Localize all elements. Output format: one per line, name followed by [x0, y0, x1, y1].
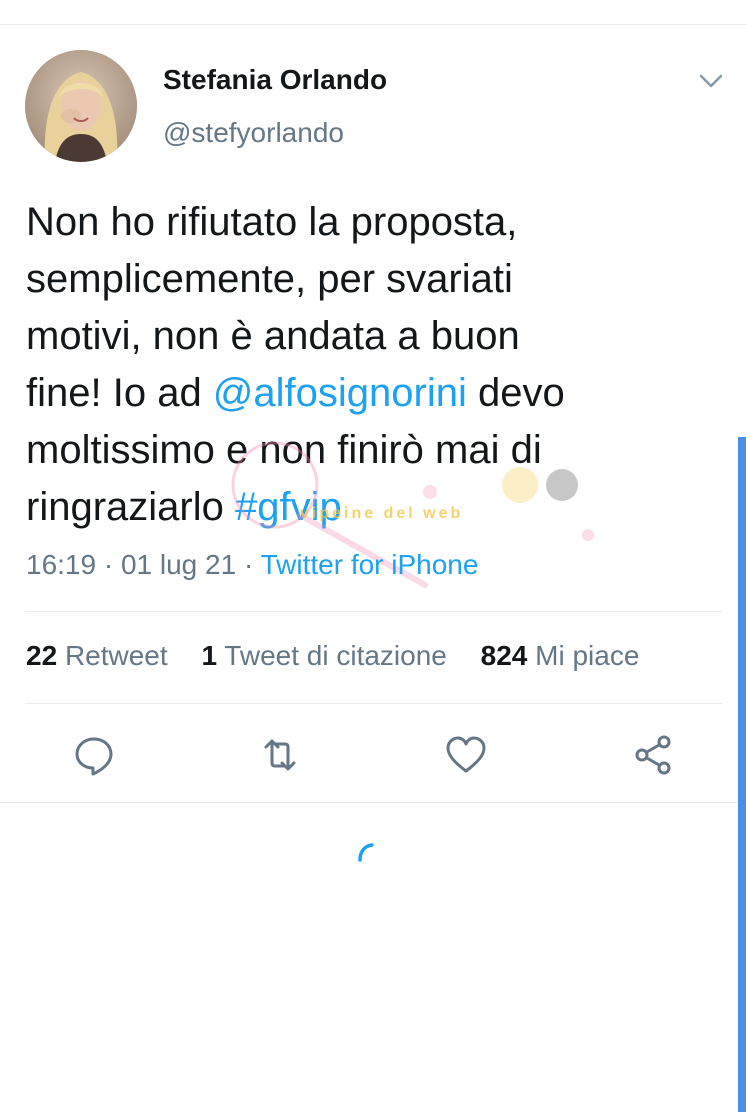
divider: [25, 611, 722, 612]
retweet-icon[interactable]: [258, 733, 302, 777]
tweet-time: 16:19: [26, 549, 97, 580]
likes-label: Mi piace: [535, 640, 640, 671]
tweet-text-line: moltissimo e non finirò mai di: [26, 428, 542, 472]
chevron-down-icon[interactable]: [696, 66, 726, 96]
separator-dot: ·: [103, 549, 114, 580]
share-icon[interactable]: [631, 733, 675, 777]
retweets-count: 22: [26, 640, 58, 671]
author-name[interactable]: Stefania Orlando: [163, 64, 387, 96]
tweet-text-line: semplicemente, per svariati: [26, 257, 513, 301]
top-divider: [0, 24, 746, 25]
tweet-text-segment: fine! Io ad: [26, 371, 213, 415]
tweet-date: 01 lug 21: [120, 549, 237, 580]
quotes-stat[interactable]: 1 Tweet di citazione: [201, 640, 446, 671]
retweets-stat[interactable]: 22 Retweet: [26, 640, 168, 671]
heart-icon[interactable]: [444, 733, 488, 777]
separator-dot: ·: [243, 549, 254, 580]
tweet-actions: [0, 725, 746, 785]
quotes-count: 1: [201, 640, 218, 671]
tweet-text-line: fine! Io ad @alfosignorini devo: [26, 365, 706, 422]
likes-stat[interactable]: 824 Mi piace: [481, 640, 640, 671]
tweet-text-segment: devo: [466, 371, 565, 415]
author-handle[interactable]: @stefyorlando: [163, 117, 344, 149]
loading-spinner-icon: [354, 840, 378, 864]
watermark-text: vipeine del web: [300, 505, 464, 522]
avatar[interactable]: [25, 50, 137, 162]
scrollbar[interactable]: [738, 437, 746, 1112]
tweet-timestamp: 16:19 · 01 lug 21 · Twitter for iPhone: [26, 549, 478, 581]
tweet-text-line: motivi, non è andata a buon: [26, 314, 520, 358]
tweet-stats: 22 Retweet 1 Tweet di citazione 824 Mi p…: [26, 640, 665, 672]
tweet-text-line: Non ho rifiutato la proposta,: [26, 200, 518, 244]
retweets-label: Retweet: [64, 640, 168, 671]
divider: [0, 802, 746, 803]
tweet-text-segment: ringraziarlo: [26, 485, 235, 529]
likes-count: 824: [480, 640, 528, 671]
tweet-source-link[interactable]: Twitter for iPhone: [261, 549, 479, 580]
reply-icon[interactable]: [72, 733, 116, 777]
tweet-text: Non ho rifiutato la proposta, sempliceme…: [26, 194, 706, 536]
divider: [25, 703, 722, 704]
mention-link[interactable]: @alfosignorini: [213, 371, 467, 415]
quotes-label: Tweet di citazione: [224, 640, 447, 671]
tweet-detail-page: Stefania Orlando @stefyorlando Non ho ri…: [0, 0, 746, 1112]
